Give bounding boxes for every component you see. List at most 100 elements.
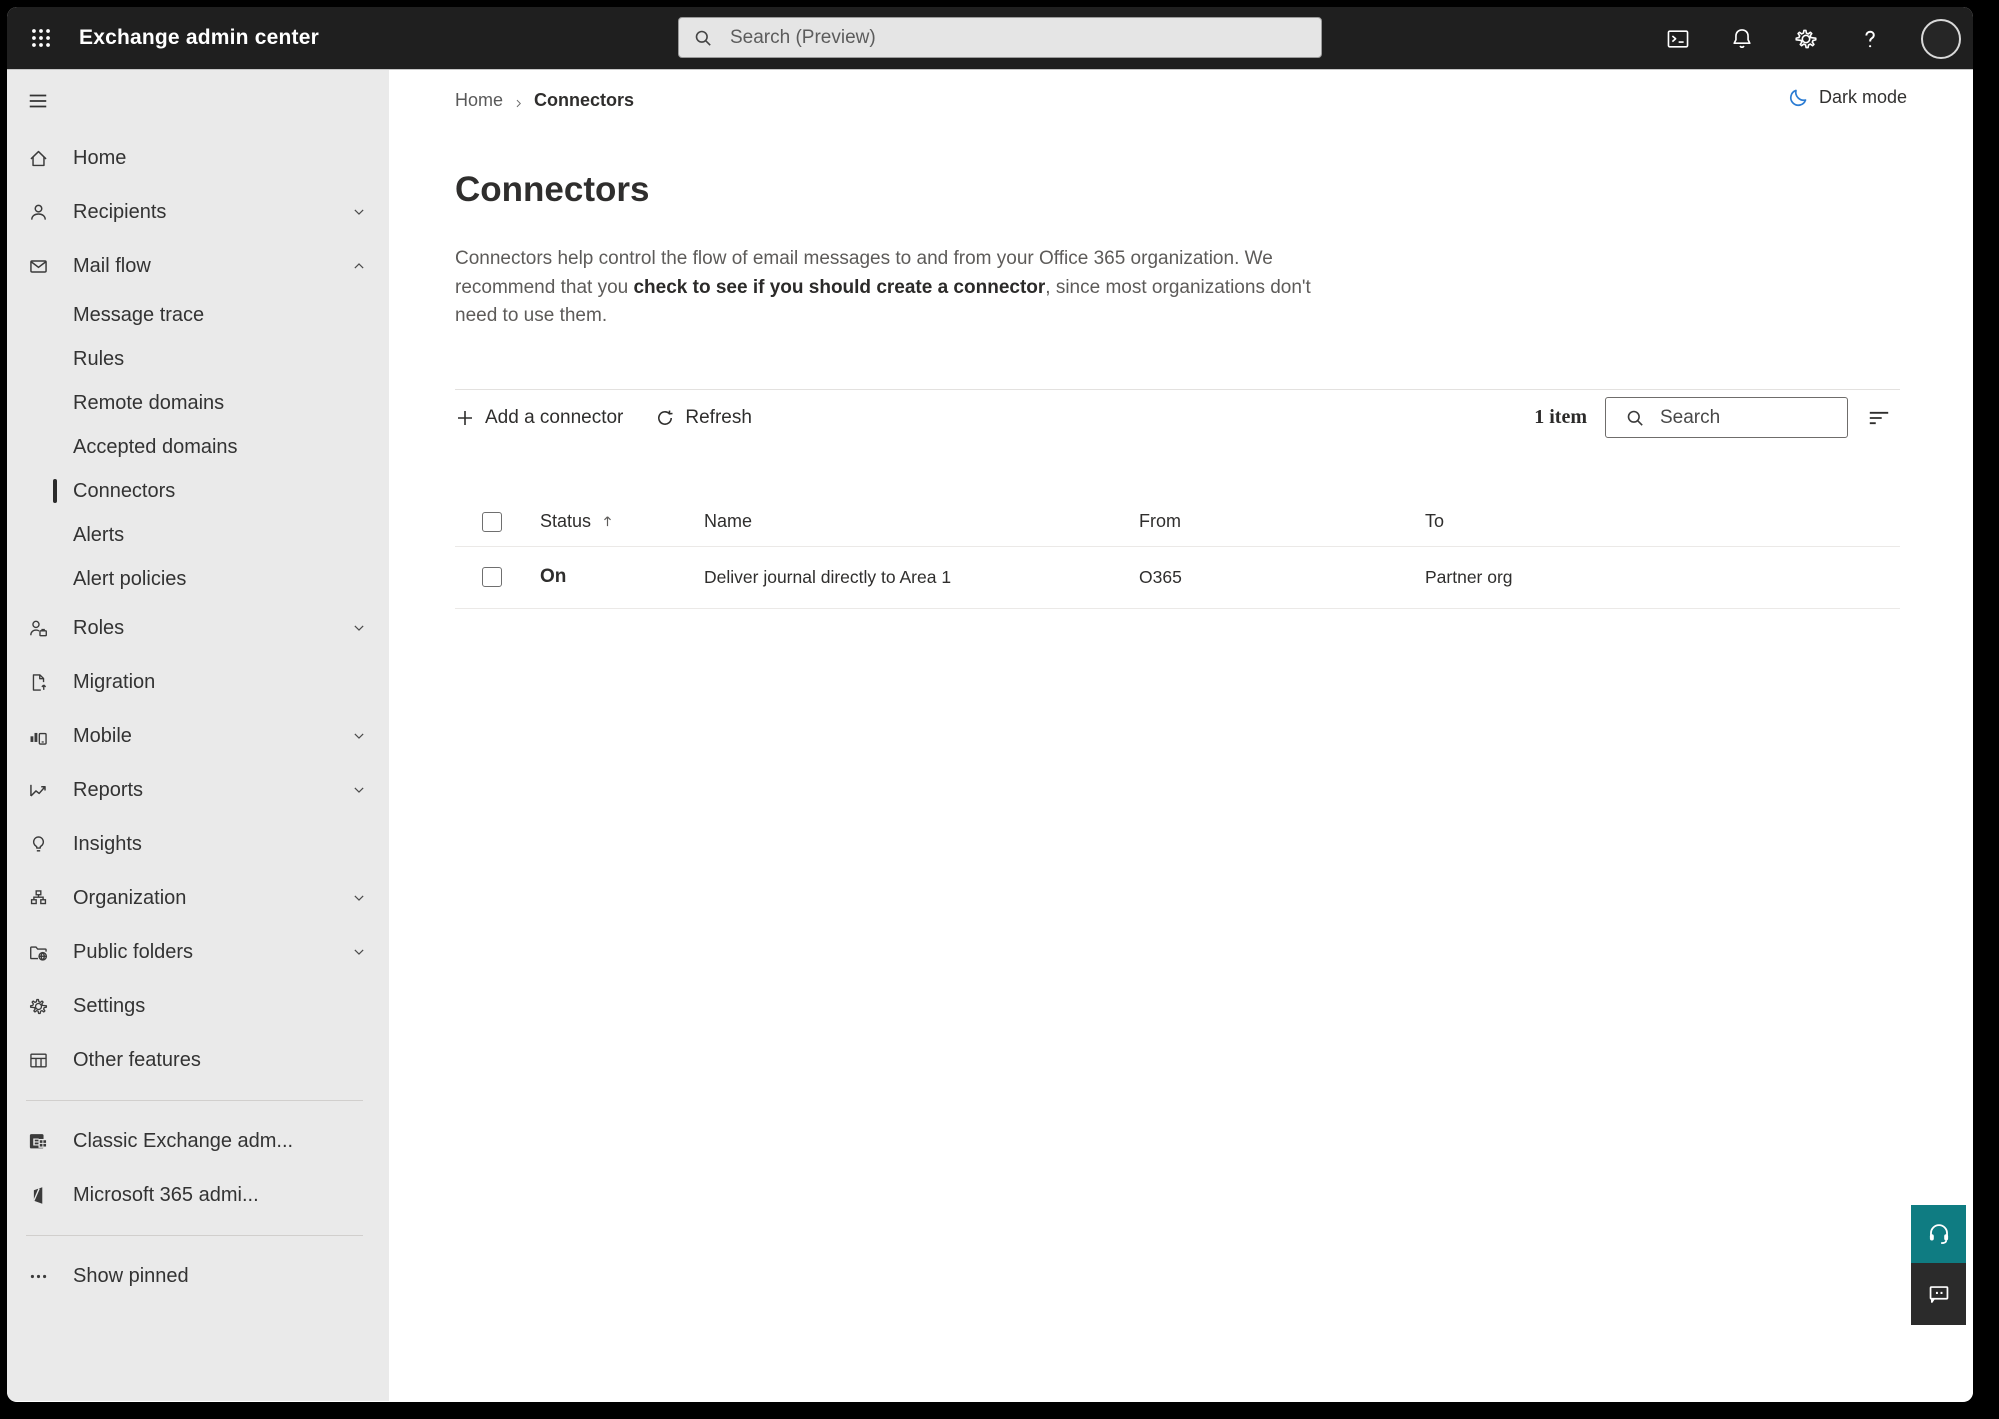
avatar[interactable] — [1921, 18, 1961, 59]
cell-name: Deliver journal directly to Area 1 — [704, 566, 952, 587]
sidebar-item-label: Alert policies — [73, 567, 187, 590]
exchange-admin-center-window: Exchange admin center Home Recipients Mail… — [7, 7, 1973, 1402]
terminal-button[interactable] — [1665, 26, 1691, 52]
row-checkbox[interactable] — [482, 567, 502, 587]
public-folders-icon — [28, 942, 49, 963]
sidebar-item-reports[interactable]: Reports — [7, 763, 389, 817]
bell-button[interactable] — [1729, 26, 1755, 52]
sidebar-item-migration[interactable]: Migration — [7, 655, 389, 709]
sidebar-item-label: Migration — [73, 670, 156, 693]
other-features-icon — [28, 1050, 49, 1071]
chevron-down-icon — [351, 620, 367, 636]
filter-lines-icon — [1866, 405, 1892, 431]
page-description: Connectors help control the flow of emai… — [455, 245, 1313, 331]
migration-icon — [28, 672, 49, 693]
sidebar-item-label: Home — [73, 146, 127, 169]
sidebar-divider — [26, 1100, 363, 1101]
column-header-from[interactable]: From — [1139, 511, 1425, 532]
sidebar-item-other-features[interactable]: Other features — [7, 1033, 389, 1087]
app-title: Exchange admin center — [79, 26, 319, 49]
screen: { "colors": { "topbar_bg": "#1f1f1f", "s… — [0, 0, 1999, 1419]
column-header-status[interactable]: Status — [540, 511, 704, 532]
help-button[interactable] — [1857, 26, 1883, 52]
headset-button[interactable] — [1911, 1205, 1966, 1263]
table-search-input[interactable] — [1658, 405, 1837, 430]
sidebar-item-label: Mail flow — [73, 254, 151, 277]
sidebar-item-label: Settings — [73, 994, 146, 1017]
select-all-checkbox[interactable] — [482, 511, 502, 532]
home-icon — [28, 148, 49, 169]
terminal-icon — [1665, 26, 1691, 52]
table-header: Status Name From To — [455, 498, 1900, 547]
chevron-up-icon — [351, 258, 367, 274]
sidebar-item-mail-flow[interactable]: Mail flow — [7, 239, 389, 293]
chevron-down-icon — [351, 204, 367, 220]
sidebar-item-classic-exchange-adm[interactable]: E Classic Exchange adm... — [7, 1114, 389, 1168]
app-body: Home Recipients Mail flow Message trace Rule… — [7, 70, 1973, 1401]
collapse-nav-button[interactable] — [27, 88, 57, 114]
sidebar-item-label: Alerts — [73, 523, 125, 546]
sidebar-item-label: Reports — [73, 778, 144, 801]
column-header-name[interactable]: Name — [704, 511, 1139, 532]
sidebar-item-organization[interactable]: Organization — [7, 871, 389, 925]
sidebar-item-recipients[interactable]: Recipients — [7, 185, 389, 239]
refresh-button[interactable]: Refresh — [655, 407, 752, 429]
column-header-to[interactable]: To — [1425, 511, 1900, 532]
sidebar-item-insights[interactable]: Insights — [7, 817, 389, 871]
table-search-box[interactable] — [1605, 397, 1848, 438]
gear-button[interactable] — [1793, 26, 1819, 52]
sidebar-divider — [26, 1235, 363, 1236]
row-checkbox-cell — [455, 567, 540, 587]
floating-buttons — [1911, 1205, 1966, 1325]
cell-from: O365 — [1139, 566, 1182, 587]
sidebar-item-home[interactable]: Home — [7, 131, 389, 185]
sidebar-item-public-folders[interactable]: Public folders — [7, 925, 389, 979]
sidebar-item-remote-domains[interactable]: Remote domains — [7, 381, 389, 425]
insights-icon — [28, 834, 49, 855]
sort-ascending-icon — [599, 513, 616, 530]
sidebar-item-connectors[interactable]: Connectors — [7, 469, 389, 513]
breadcrumb-item-home[interactable]: Home — [455, 90, 503, 111]
cell-to: Partner org — [1425, 566, 1513, 587]
main-panel: Dark mode Home Connectors Connectors Conn… — [389, 70, 1973, 1401]
topbar: Exchange admin center — [7, 7, 1973, 70]
sidebar-item-alerts[interactable]: Alerts — [7, 513, 389, 557]
help-icon — [1857, 26, 1883, 52]
sidebar-item-label: Other features — [73, 1048, 201, 1071]
mobile-icon — [28, 726, 49, 747]
filter-button[interactable] — [1866, 403, 1900, 433]
sidebar-item-label: Show pinned — [73, 1264, 189, 1287]
toolbar: Add a connector Refresh 1 item — [455, 390, 1900, 446]
refresh-label: Refresh — [685, 406, 752, 428]
sidebar-item-alert-policies[interactable]: Alert policies — [7, 557, 389, 601]
sidebar-item-accepted-domains[interactable]: Accepted domains — [7, 425, 389, 469]
waffle-icon — [30, 27, 52, 49]
sidebar-item-microsoft-365-admi[interactable]: Microsoft 365 admi... — [7, 1168, 389, 1222]
chat-icon — [1926, 1281, 1952, 1307]
cell-status: On — [540, 566, 567, 587]
sidebar-item-label: Connectors — [73, 479, 176, 502]
table-row[interactable]: On Deliver journal directly to Area 1 O365… — [455, 547, 1900, 609]
sidebar-item-label: Classic Exchange adm... — [73, 1129, 294, 1152]
dark-mode-toggle[interactable]: Dark mode — [1788, 87, 1907, 108]
hamburger-icon — [27, 90, 49, 112]
sidebar-item-label: Microsoft 365 admi... — [73, 1183, 259, 1206]
global-search-input[interactable] — [728, 25, 1307, 50]
sidebar-item-settings[interactable]: Settings — [7, 979, 389, 1033]
refresh-icon — [655, 408, 675, 428]
global-search-box[interactable] — [678, 17, 1322, 58]
app-launcher-button[interactable] — [19, 16, 63, 60]
chevron-down-icon — [351, 944, 367, 960]
chat-button[interactable] — [1911, 1263, 1966, 1325]
sidebar: Home Recipients Mail flow Message trace Rule… — [7, 70, 389, 1401]
sidebar-item-message-trace[interactable]: Message trace — [7, 293, 389, 337]
roles-icon — [28, 618, 49, 639]
sidebar-item-label: Organization — [73, 886, 187, 909]
add-connector-button[interactable]: Add a connector — [455, 407, 623, 429]
item-count: 1 item — [1534, 406, 1587, 428]
sidebar-item-mobile[interactable]: Mobile — [7, 709, 389, 763]
sidebar-item-show-pinned[interactable]: Show pinned — [7, 1249, 389, 1303]
sidebar-item-label: Message trace — [73, 303, 205, 326]
sidebar-item-roles[interactable]: Roles — [7, 601, 389, 655]
sidebar-item-rules[interactable]: Rules — [7, 337, 389, 381]
